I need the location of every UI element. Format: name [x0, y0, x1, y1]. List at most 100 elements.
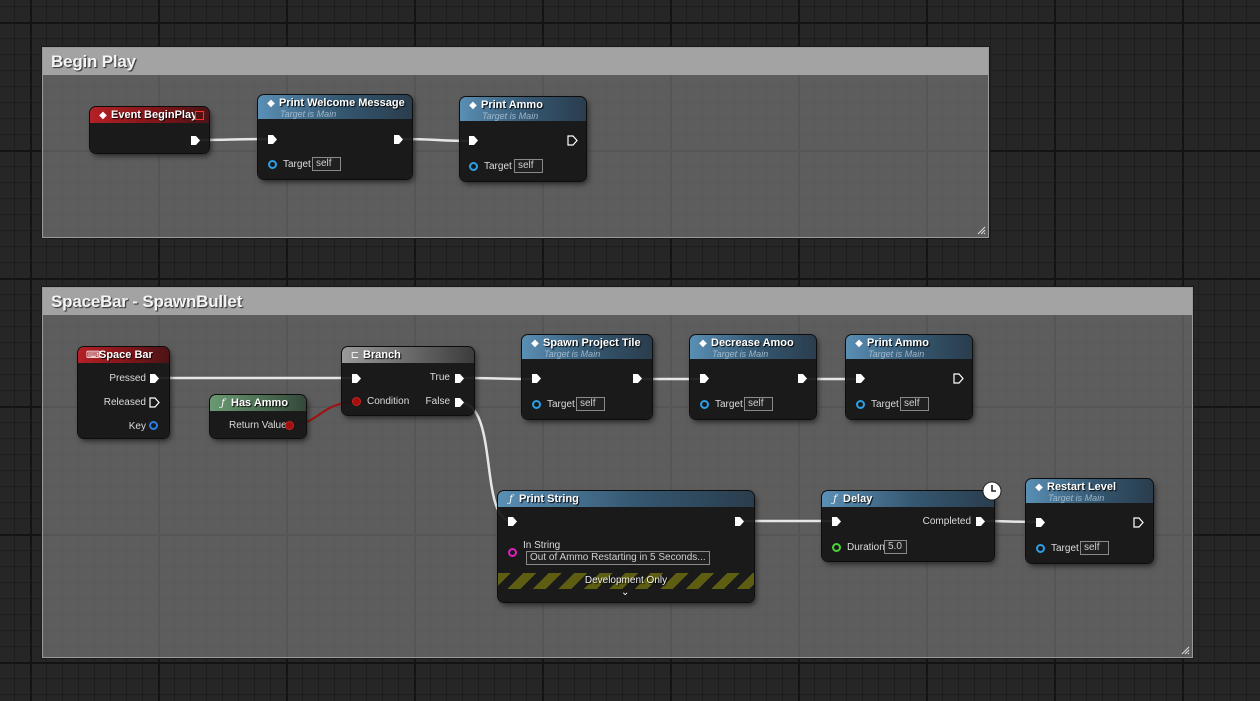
development-only-label: Development Only	[584, 575, 668, 586]
object-pin[interactable]	[856, 400, 865, 409]
bool-pin[interactable]	[285, 421, 294, 430]
event-diamond-icon: ◆	[99, 110, 107, 121]
node-title: Has Ammo	[231, 397, 289, 409]
clock-icon	[982, 481, 1002, 501]
node-subtitle: Target is Main	[868, 349, 925, 359]
node-title: Delay	[843, 493, 873, 505]
node-title: Space Bar	[99, 349, 153, 361]
event-diamond-icon: ◆	[469, 100, 477, 111]
duration-field[interactable]: 5.0	[884, 540, 907, 554]
node-subtitle: Target is Main	[1048, 493, 1105, 503]
pressed-label: Pressed	[109, 373, 146, 384]
chevron-down-icon[interactable]: ⌄	[621, 587, 629, 598]
keyboard-icon: ⌨	[86, 350, 101, 361]
exec-out-pin[interactable]	[567, 135, 578, 146]
node-title: Branch	[363, 349, 401, 361]
float-pin[interactable]	[832, 543, 841, 552]
target-label: Target	[715, 399, 743, 410]
exec-out-pin[interactable]	[393, 134, 404, 145]
target-field[interactable]: self	[514, 159, 543, 173]
resize-grip-icon[interactable]	[1180, 645, 1190, 655]
event-diamond-icon: ◆	[855, 338, 863, 349]
delegate-pin-icon[interactable]	[195, 111, 204, 120]
in-string-label: In String	[523, 540, 561, 551]
function-f-icon: ƒ	[509, 494, 513, 505]
exec-out-pin[interactable]	[1133, 517, 1144, 528]
object-pin[interactable]	[1036, 544, 1045, 553]
node-has-ammo[interactable]: ƒ Has Ammo Return Value	[210, 395, 306, 438]
node-title: Event BeginPlay	[111, 109, 198, 121]
node-space-bar[interactable]: ⌨Space Bar Pressed Released Key	[78, 347, 169, 438]
struct-pin[interactable]	[149, 421, 158, 430]
exec-in-pin[interactable]	[351, 373, 362, 384]
node-subtitle: Target is Main	[280, 109, 337, 119]
false-label: False	[425, 396, 450, 407]
node-print-ammo[interactable]: ◆ Print Ammo Target is Main Target self	[846, 335, 972, 419]
object-pin[interactable]	[469, 162, 478, 171]
target-field[interactable]: self	[576, 397, 605, 411]
exec-out-pin[interactable]	[734, 516, 745, 527]
comment-title[interactable]: SpaceBar - SpawnBullet	[43, 288, 1192, 315]
object-pin[interactable]	[700, 400, 709, 409]
exec-in-pin[interactable]	[267, 134, 278, 145]
in-string-field[interactable]: Out of Ammo Restarting in 5 Seconds...	[526, 551, 710, 565]
exec-out-pin[interactable]	[975, 516, 986, 527]
exec-in-pin[interactable]	[699, 373, 710, 384]
released-label: Released	[103, 397, 146, 408]
object-pin[interactable]	[268, 160, 277, 169]
node-title: Print Welcome Message	[279, 97, 405, 109]
node-print-welcome-message[interactable]: ◆ Print Welcome Message Target is Main Ta…	[258, 95, 412, 179]
target-label: Target	[547, 399, 575, 410]
target-label: Target	[484, 161, 512, 172]
target-field[interactable]: self	[1080, 541, 1109, 555]
duration-label: Duration	[847, 542, 885, 553]
target-label: Target	[283, 159, 311, 170]
event-diamond-icon: ◆	[699, 338, 707, 349]
node-subtitle: Target is Main	[712, 349, 769, 359]
exec-out-pin[interactable]	[454, 373, 465, 384]
node-title: Print Ammo	[481, 99, 543, 111]
node-event-beginplay[interactable]: ◆ Event BeginPlay	[90, 107, 209, 153]
exec-out-pin[interactable]	[797, 373, 808, 384]
node-title: Decrease Amoo	[711, 337, 794, 349]
node-delay[interactable]: ƒ Delay Completed Duration 5.0	[822, 481, 1002, 561]
exec-out-pin[interactable]	[632, 373, 643, 384]
node-title: Spawn Project Tile	[543, 337, 641, 349]
event-diamond-icon: ◆	[1035, 482, 1043, 493]
exec-in-pin[interactable]	[1035, 517, 1046, 528]
node-print-ammo[interactable]: ◆ Print Ammo Target is Main Target self	[460, 97, 586, 181]
target-label: Target	[871, 399, 899, 410]
exec-out-pin[interactable]	[149, 373, 160, 384]
node-restart-level[interactable]: ◆ Restart Level Target is Main Target sel…	[1026, 479, 1153, 563]
event-diamond-icon: ◆	[531, 338, 539, 349]
function-f-icon: ƒ	[833, 494, 837, 505]
exec-in-pin[interactable]	[855, 373, 866, 384]
completed-label: Completed	[922, 516, 971, 527]
node-title: Print String	[519, 493, 579, 505]
exec-out-pin[interactable]	[149, 397, 160, 408]
true-label: True	[429, 372, 450, 383]
exec-out-pin[interactable]	[953, 373, 964, 384]
node-print-string[interactable]: ƒ Print String In String Out of Ammo Rest…	[498, 491, 754, 602]
bool-pin[interactable]	[352, 397, 361, 406]
resize-grip-icon[interactable]	[976, 225, 986, 235]
object-pin[interactable]	[532, 400, 541, 409]
node-title: Print Ammo	[867, 337, 929, 349]
target-field[interactable]: self	[900, 397, 929, 411]
target-field[interactable]: self	[312, 157, 341, 171]
node-branch[interactable]: ⊏ Branch True Condition False	[342, 347, 474, 415]
function-f-icon: ƒ	[221, 398, 225, 409]
node-subtitle: Target is Main	[482, 111, 539, 121]
node-spawn-project-tile[interactable]: ◆ Spawn Project Tile Target is Main Targe…	[522, 335, 652, 419]
node-subtitle: Target is Main	[544, 349, 601, 359]
exec-out-pin[interactable]	[454, 397, 465, 408]
comment-title[interactable]: Begin Play	[43, 48, 988, 75]
exec-in-pin[interactable]	[531, 373, 542, 384]
exec-in-pin[interactable]	[507, 516, 518, 527]
exec-in-pin[interactable]	[831, 516, 842, 527]
node-decrease-amoo[interactable]: ◆ Decrease Amoo Target is Main Target sel…	[690, 335, 816, 419]
string-pin[interactable]	[508, 548, 517, 557]
target-field[interactable]: self	[744, 397, 773, 411]
exec-in-pin[interactable]	[468, 135, 479, 146]
exec-out-pin[interactable]	[190, 135, 201, 146]
